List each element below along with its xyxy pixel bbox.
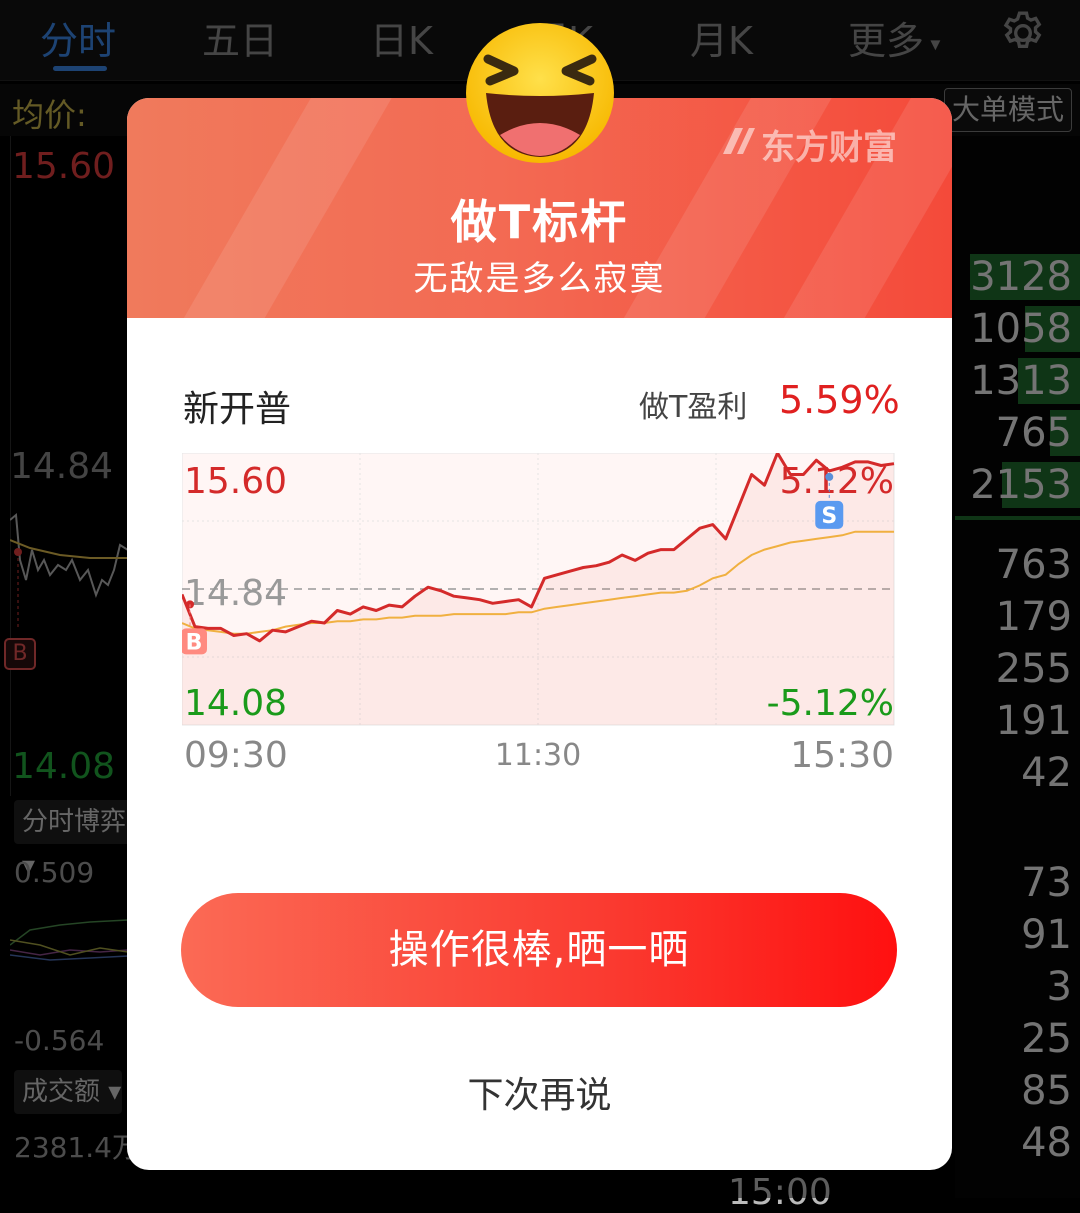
dialog-title: 做T标杆 (450, 195, 629, 249)
y-tick-label: 15.60 (184, 461, 287, 502)
brand-name: 东方财富 (761, 128, 897, 168)
achievement-dialog: 东方财富 做T标杆 无敌是多么寂寞 新开普 做T盈利 5.59% 15.60 14… (127, 98, 952, 1170)
x-tick-label: 11:30 (495, 738, 581, 773)
y-tick-label-right: 5.12% (780, 461, 894, 502)
intraday-chart: 15.60 14.84 14.08 5.12% -5.12% 09:30 11:30 15:3… (182, 453, 895, 776)
x-tick-label: 15:30 (790, 735, 894, 776)
y-tick-label: 14.84 (184, 573, 287, 614)
stock-name: 新开普 (183, 389, 292, 430)
profit-value: 5.59% (779, 378, 900, 422)
sell-marker-label: S (821, 504, 837, 529)
laughing-face-icon (466, 23, 614, 163)
share-button[interactable]: 操作很棒,晒一晒 (181, 893, 897, 1007)
y-tick-label-right: -5.12% (767, 683, 894, 724)
buy-marker-label: B (186, 630, 203, 655)
y-tick-label: 14.08 (184, 683, 287, 724)
brand-logo-icon (723, 128, 755, 154)
profit-label: 做T盈利 (639, 390, 748, 425)
later-link[interactable]: 下次再说 (127, 1066, 952, 1118)
x-tick-label: 09:30 (184, 735, 288, 776)
dialog-subtitle: 无敌是多么寂寞 (413, 259, 666, 299)
